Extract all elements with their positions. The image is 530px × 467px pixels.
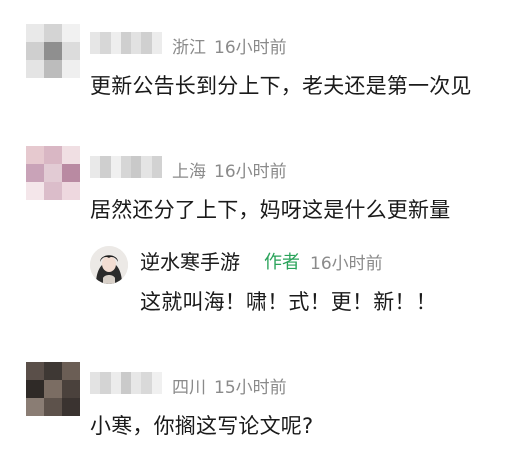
avatar-pixel [44,60,62,78]
avatar-pixel [26,398,44,416]
reply-text: 这就叫海！啸！式！更！新！！ [140,290,437,314]
comment-time: 16小时前 [214,162,287,182]
comment-location: 浙江 [172,38,206,58]
avatar-pixel [44,182,62,200]
user-avatar[interactable] [26,24,80,78]
avatar-mosaic [26,24,80,78]
reply-time: 16小时前 [310,254,383,274]
avatar-pixel [44,146,62,164]
comment-location: 上海 [172,162,206,182]
author-badge: 作者 [264,252,300,273]
avatar-pixel [26,146,44,164]
username-redacted[interactable] [90,372,162,394]
avatar-pixel [26,380,44,398]
comment-location: 四川 [172,378,206,398]
avatar-pixel [26,164,44,182]
avatar-pixel [26,60,44,78]
avatar-pixel [62,182,80,200]
author-portrait-icon [90,246,128,284]
avatar-pixel [44,164,62,182]
avatar-pixel [44,380,62,398]
avatar-pixel [62,362,80,380]
user-avatar[interactable] [26,146,80,200]
avatar-pixel [44,24,62,42]
avatar-pixel [26,362,44,380]
avatar-mosaic [26,362,80,416]
avatar-pixel [44,362,62,380]
comment-text: 居然还分了上下，妈呀这是什么更新量 [90,198,451,222]
username-redacted[interactable] [90,32,162,54]
avatar-pixel [44,42,62,60]
comment-text: 更新公告长到分上下，老夫还是第一次见 [90,74,472,98]
user-avatar[interactable] [26,362,80,416]
comment-time: 15小时前 [214,378,287,398]
avatar-pixel [26,24,44,42]
avatar-pixel [26,182,44,200]
comment-time: 16小时前 [214,38,287,58]
avatar-mosaic [26,146,80,200]
comment-meta: 上海 16小时前 [172,157,287,182]
comment-meta: 四川 15小时前 [172,373,287,398]
avatar-pixel [62,398,80,416]
avatar-pixel [62,24,80,42]
reply-author-name[interactable]: 逆水寒手游 [140,246,240,275]
comment-text: 小寒，你搁这写论文呢? [90,414,314,438]
comment-meta: 浙江 16小时前 [172,33,287,58]
avatar-pixel [62,164,80,182]
username-redacted[interactable] [90,156,162,178]
avatar-pixel [26,42,44,60]
avatar-pixel [62,60,80,78]
avatar-pixel [62,42,80,60]
author-avatar[interactable] [90,246,128,284]
avatar-pixel [44,398,62,416]
avatar-pixel [62,146,80,164]
avatar-pixel [62,380,80,398]
